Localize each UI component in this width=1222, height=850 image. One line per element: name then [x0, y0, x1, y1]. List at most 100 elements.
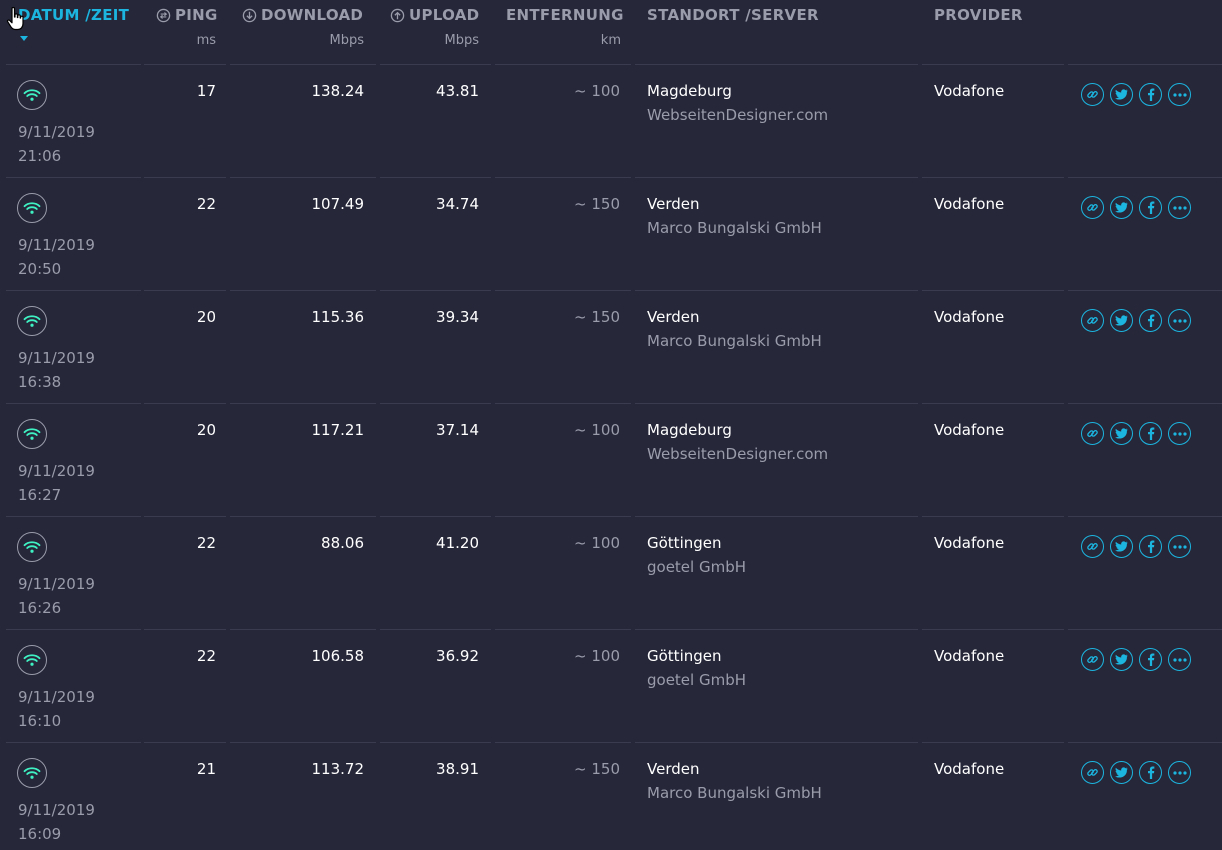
twitter-icon[interactable] — [1110, 309, 1133, 332]
facebook-icon[interactable] — [1139, 422, 1162, 445]
row-divider — [922, 516, 1064, 517]
ping-value: 17 — [196, 82, 216, 100]
facebook-icon[interactable] — [1139, 83, 1162, 106]
column-label-upload[interactable]: UPLOAD — [390, 6, 479, 24]
more-options-icon[interactable] — [1168, 309, 1191, 332]
table-row[interactable]: 9/11/2019 16:10 22 106.58 36.92 ~ 100 Gö… — [0, 629, 1222, 742]
column-label-provider[interactable]: PROVIDER — [934, 6, 1023, 24]
table-row[interactable]: 9/11/2019 16:38 20 115.36 39.34 ~ 150 Ve… — [0, 290, 1222, 403]
server-city: Verden — [647, 195, 700, 213]
link-icon[interactable] — [1081, 196, 1104, 219]
provider-name: Vodafone — [934, 421, 1005, 439]
result-actions — [1081, 309, 1191, 332]
row-divider — [1068, 403, 1222, 404]
more-options-icon[interactable] — [1168, 535, 1191, 558]
table-row[interactable]: 9/11/2019 16:26 22 88.06 41.20 ~ 100 Göt… — [0, 516, 1222, 629]
row-divider — [495, 742, 631, 743]
link-icon[interactable] — [1081, 648, 1104, 671]
facebook-icon[interactable] — [1139, 535, 1162, 558]
column-label-entfernung[interactable]: ENTFERNUNG — [506, 6, 624, 24]
more-options-icon[interactable] — [1168, 422, 1191, 445]
download-value: 117.21 — [311, 421, 365, 439]
table-row[interactable]: 9/11/2019 16:09 21 113.72 38.91 ~ 150 Ve… — [0, 742, 1222, 850]
link-icon[interactable] — [1081, 309, 1104, 332]
column-header-download[interactable]: DOWNLOAD Mbps — [228, 0, 378, 64]
provider-name: Vodafone — [934, 760, 1005, 778]
row-divider — [230, 629, 376, 630]
column-header-standort[interactable]: STANDORT /SERVER — [633, 0, 920, 64]
row-divider — [495, 516, 631, 517]
row-divider — [6, 64, 141, 65]
column-label-standort[interactable]: STANDORT /SERVER — [647, 6, 819, 24]
column-header-provider[interactable]: PROVIDER — [920, 0, 1066, 64]
row-divider — [1068, 516, 1222, 517]
column-label-ping[interactable]: PING — [156, 6, 218, 24]
server-city: Verden — [647, 308, 700, 326]
ping-value: 22 — [196, 534, 216, 552]
row-divider — [635, 629, 918, 630]
row-divider — [380, 742, 491, 743]
row-divider — [230, 290, 376, 291]
ping-icon — [156, 8, 171, 22]
row-divider — [635, 64, 918, 65]
column-header-upload[interactable]: UPLOAD Mbps — [378, 0, 493, 64]
download-label-text: DOWNLOAD — [261, 6, 364, 24]
server-name: Marco Bungalski GmbH — [647, 332, 822, 350]
result-actions — [1081, 83, 1191, 106]
column-label-download[interactable]: DOWNLOAD — [242, 6, 363, 24]
download-icon — [242, 8, 257, 22]
facebook-icon[interactable] — [1139, 761, 1162, 784]
result-datetime: 9/11/2019 16:27 — [18, 459, 95, 507]
twitter-icon[interactable] — [1110, 648, 1133, 671]
more-options-icon[interactable] — [1168, 83, 1191, 106]
upload-value: 38.91 — [436, 760, 479, 778]
distance-value: ~ 100 — [574, 82, 620, 100]
server-city: Verden — [647, 760, 700, 778]
download-value: 88.06 — [321, 534, 364, 552]
upload-value: 41.20 — [436, 534, 479, 552]
row-divider — [922, 64, 1064, 65]
column-header-ping[interactable]: PING ms — [140, 0, 228, 64]
server-city: Magdeburg — [647, 421, 732, 439]
more-options-icon[interactable] — [1168, 648, 1191, 671]
facebook-icon[interactable] — [1139, 309, 1162, 332]
twitter-icon[interactable] — [1110, 761, 1133, 784]
result-date: 9/11/2019 — [18, 123, 95, 141]
row-divider — [6, 516, 141, 517]
row-divider — [380, 64, 491, 65]
row-divider — [495, 629, 631, 630]
server-name: goetel GmbH — [647, 671, 747, 689]
facebook-icon[interactable] — [1139, 648, 1162, 671]
server-name: Marco Bungalski GmbH — [647, 784, 822, 802]
column-header-entfernung[interactable]: ENTFERNUNG km — [493, 0, 633, 64]
provider-name: Vodafone — [934, 82, 1005, 100]
table-row[interactable]: 9/11/2019 20:50 22 107.49 34.74 ~ 150 Ve… — [0, 177, 1222, 290]
row-divider — [144, 290, 226, 291]
distance-value: ~ 150 — [574, 308, 620, 326]
facebook-icon[interactable] — [1139, 196, 1162, 219]
twitter-icon[interactable] — [1110, 83, 1133, 106]
twitter-icon[interactable] — [1110, 422, 1133, 445]
table-row[interactable]: 9/11/2019 21:06 17 138.24 43.81 ~ 100 Ma… — [0, 64, 1222, 177]
column-label-datum[interactable]: DATUM /ZEIT — [18, 6, 129, 24]
row-divider — [635, 177, 918, 178]
row-divider — [144, 516, 226, 517]
row-divider — [380, 403, 491, 404]
row-divider — [495, 177, 631, 178]
server-city: Göttingen — [647, 647, 722, 665]
row-divider — [144, 177, 226, 178]
more-options-icon[interactable] — [1168, 196, 1191, 219]
link-icon[interactable] — [1081, 535, 1104, 558]
row-divider — [380, 290, 491, 291]
link-icon[interactable] — [1081, 83, 1104, 106]
download-value: 113.72 — [311, 760, 365, 778]
twitter-icon[interactable] — [1110, 196, 1133, 219]
link-icon[interactable] — [1081, 761, 1104, 784]
twitter-icon[interactable] — [1110, 535, 1133, 558]
results-table-body: 9/11/2019 21:06 17 138.24 43.81 ~ 100 Ma… — [0, 64, 1222, 850]
provider-name: Vodafone — [934, 308, 1005, 326]
row-divider — [380, 516, 491, 517]
table-row[interactable]: 9/11/2019 16:27 20 117.21 37.14 ~ 100 Ma… — [0, 403, 1222, 516]
more-options-icon[interactable] — [1168, 761, 1191, 784]
link-icon[interactable] — [1081, 422, 1104, 445]
